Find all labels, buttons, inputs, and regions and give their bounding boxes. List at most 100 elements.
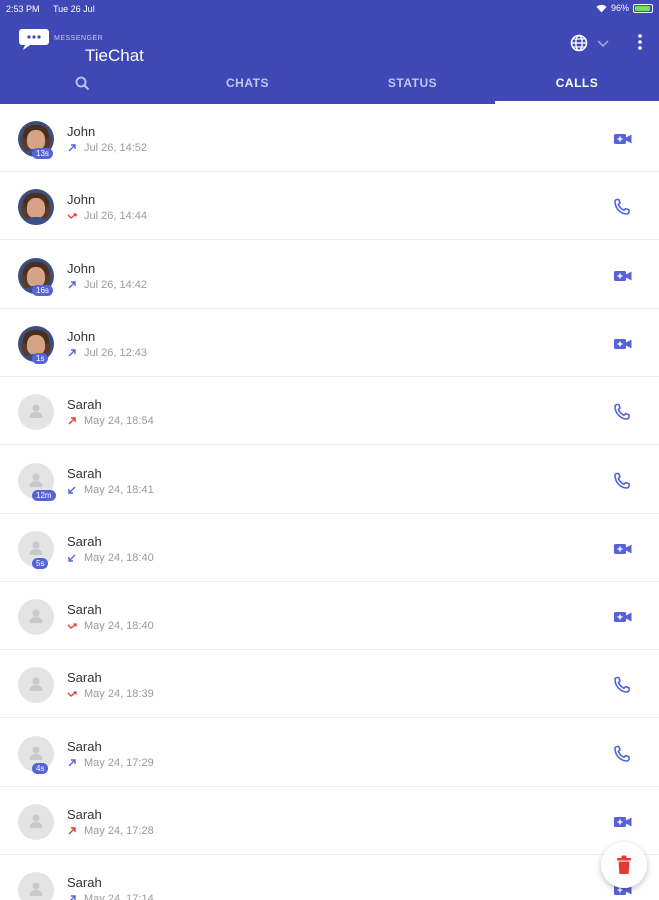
call-meta: May 24, 18:40 bbox=[67, 620, 154, 632]
person-placeholder-icon bbox=[29, 882, 43, 896]
avatar bbox=[18, 394, 54, 430]
call-list: 13s John Jul 26, 14:52 John Jul 26, 14:4… bbox=[0, 104, 659, 900]
call-time: Jul 26, 14:52 bbox=[84, 142, 147, 154]
caller-name: Sarah bbox=[67, 739, 102, 754]
battery-icon bbox=[633, 3, 653, 13]
caller-name: John bbox=[67, 329, 96, 344]
call-time: May 24, 17:29 bbox=[84, 757, 154, 769]
call-row[interactable]: Sarah May 24, 18:54 bbox=[0, 377, 659, 445]
outgoing-call-icon bbox=[68, 827, 76, 835]
phone-icon bbox=[614, 745, 630, 762]
missed-call-icon bbox=[67, 213, 77, 219]
more-options-button[interactable] bbox=[632, 31, 648, 53]
call-row[interactable]: 4s Sarah May 24, 17:29 bbox=[0, 719, 659, 787]
more-vert-icon bbox=[638, 34, 642, 50]
avatar bbox=[18, 667, 54, 703]
call-row[interactable]: 1s John Jul 26, 12:43 bbox=[0, 309, 659, 377]
call-row[interactable]: John Jul 26, 14:44 bbox=[0, 172, 659, 240]
call-duration-badge: 12m bbox=[32, 490, 56, 501]
caller-name: Sarah bbox=[67, 602, 102, 617]
call-meta: Jul 26, 14:44 bbox=[67, 210, 147, 222]
video-call-button[interactable] bbox=[612, 267, 634, 285]
call-time: May 24, 18:54 bbox=[84, 415, 154, 427]
caller-name: Sarah bbox=[67, 670, 102, 685]
call-meta: May 24, 17:28 bbox=[67, 825, 154, 837]
call-row[interactable]: Sarah May 24, 18:40 bbox=[0, 582, 659, 650]
call-time: Jul 26, 14:44 bbox=[84, 210, 147, 222]
brand: TieChat MESSENGER bbox=[18, 27, 144, 64]
search-icon bbox=[75, 76, 90, 90]
call-time: May 24, 18:40 bbox=[84, 620, 154, 632]
tab-calls[interactable]: CALLS bbox=[495, 62, 659, 104]
call-time: Jul 26, 14:42 bbox=[84, 279, 147, 291]
video-call-button[interactable] bbox=[612, 608, 634, 626]
caller-name: Sarah bbox=[67, 534, 102, 549]
outgoing-call-icon bbox=[68, 281, 76, 289]
call-row[interactable]: Sarah May 24, 18:39 bbox=[0, 650, 659, 718]
call-meta: Jul 26, 14:42 bbox=[67, 279, 147, 291]
call-row[interactable]: Sarah May 24, 17:14 bbox=[0, 855, 659, 900]
incoming-call-icon bbox=[68, 554, 76, 562]
language-button[interactable] bbox=[570, 33, 612, 53]
chevron-down-icon bbox=[597, 40, 609, 48]
call-time: May 24, 18:39 bbox=[84, 688, 154, 700]
voice-call-button[interactable] bbox=[612, 198, 634, 216]
call-time: Jul 26, 12:43 bbox=[84, 347, 147, 359]
person-placeholder-icon bbox=[29, 746, 43, 760]
wifi-icon bbox=[596, 4, 607, 12]
status-right: 96% bbox=[596, 3, 653, 13]
video-call-icon bbox=[614, 544, 632, 554]
avatar bbox=[18, 599, 54, 635]
call-meta: May 24, 17:14 bbox=[67, 893, 154, 900]
video-call-button[interactable] bbox=[612, 335, 634, 353]
call-meta: Jul 26, 14:52 bbox=[67, 142, 147, 154]
call-meta: May 24, 18:54 bbox=[67, 415, 154, 427]
caller-name: John bbox=[67, 261, 96, 276]
status-time: 2:53 PM bbox=[6, 4, 40, 14]
outgoing-call-icon bbox=[68, 144, 76, 152]
outgoing-call-icon bbox=[68, 759, 76, 767]
voice-call-button[interactable] bbox=[612, 745, 634, 763]
tab-chats[interactable]: CHATS bbox=[165, 62, 330, 104]
call-row[interactable]: 16s John Jul 26, 14:42 bbox=[0, 241, 659, 309]
video-call-button[interactable] bbox=[612, 130, 634, 148]
phone-icon bbox=[614, 403, 630, 420]
call-row[interactable]: 5s Sarah May 24, 18:40 bbox=[0, 514, 659, 582]
delete-button[interactable] bbox=[601, 842, 647, 888]
voice-call-button[interactable] bbox=[612, 472, 634, 490]
voice-call-button[interactable] bbox=[612, 403, 634, 421]
tab-search[interactable] bbox=[0, 62, 165, 104]
avatar bbox=[18, 189, 54, 225]
missed-call-icon bbox=[67, 623, 77, 629]
video-call-button[interactable] bbox=[612, 813, 634, 831]
call-time: May 24, 17:28 bbox=[84, 825, 154, 837]
battery-percent: 96% bbox=[610, 3, 629, 13]
caller-name: John bbox=[67, 192, 96, 207]
tab-bar: CHATS STATUS CALLS bbox=[0, 62, 659, 104]
call-meta: May 24, 17:29 bbox=[67, 757, 154, 769]
video-call-icon bbox=[614, 339, 632, 349]
caller-name: Sarah bbox=[67, 397, 102, 412]
phone-icon bbox=[614, 676, 630, 693]
caller-name: Sarah bbox=[67, 466, 102, 481]
caller-name: Sarah bbox=[67, 807, 102, 822]
call-meta: May 24, 18:41 bbox=[67, 484, 154, 496]
caller-name: Sarah bbox=[67, 875, 102, 890]
video-call-button[interactable] bbox=[612, 540, 634, 558]
call-duration-badge: 13s bbox=[32, 148, 53, 159]
person-placeholder-icon bbox=[29, 677, 43, 691]
person-placeholder-icon bbox=[29, 541, 43, 555]
call-duration-badge: 5s bbox=[32, 558, 49, 569]
call-meta: May 24, 18:39 bbox=[67, 688, 154, 700]
video-call-icon bbox=[614, 612, 632, 622]
call-row[interactable]: Sarah May 24, 17:28 bbox=[0, 787, 659, 855]
call-row[interactable]: 13s John Jul 26, 14:52 bbox=[0, 104, 659, 172]
tab-status[interactable]: STATUS bbox=[330, 62, 495, 104]
call-row[interactable]: 12m Sarah May 24, 18:41 bbox=[0, 446, 659, 514]
incoming-call-icon bbox=[68, 486, 76, 494]
status-date: Tue 26 Jul bbox=[53, 4, 95, 14]
voice-call-button[interactable] bbox=[612, 676, 634, 694]
missed-call-icon bbox=[67, 691, 77, 697]
avatar bbox=[18, 804, 54, 840]
call-duration-badge: 1s bbox=[32, 353, 49, 364]
